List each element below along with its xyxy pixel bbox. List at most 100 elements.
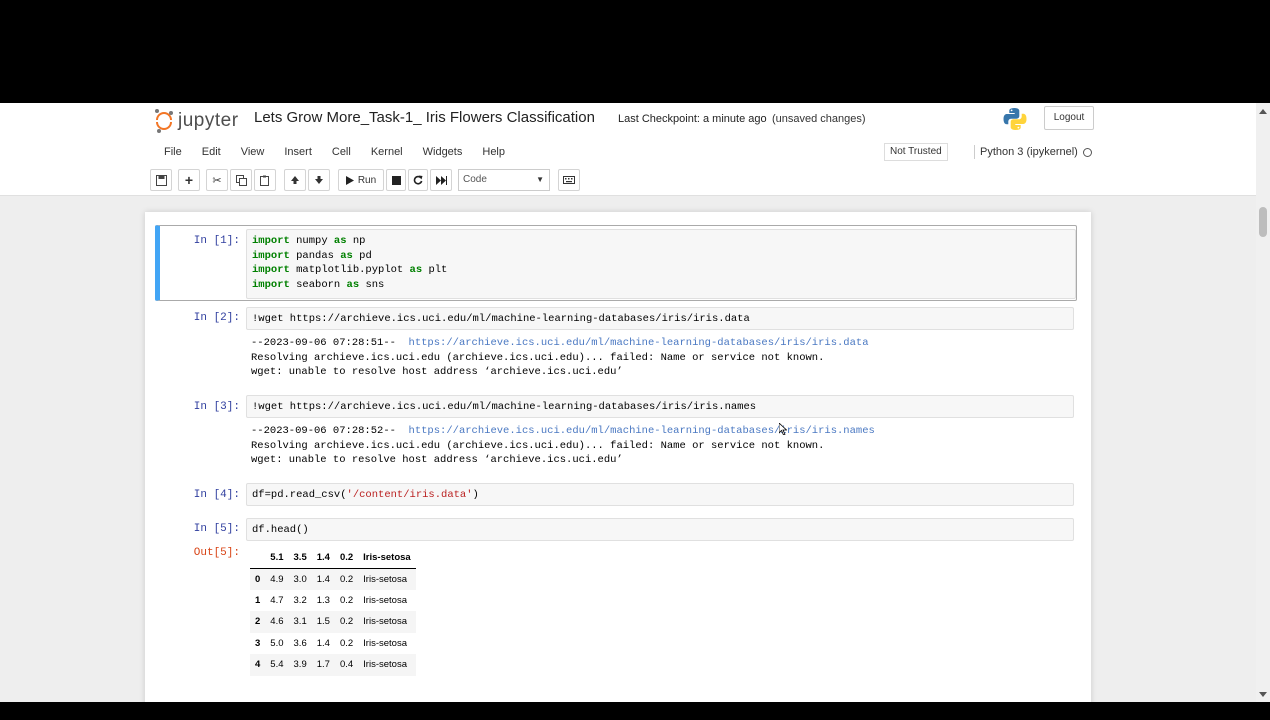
table-cell: 3.9 — [293, 659, 307, 671]
copy-button[interactable] — [230, 169, 252, 191]
menu-view[interactable]: View — [231, 141, 275, 163]
code-line: import matplotlib.pyplot as plt — [252, 264, 448, 276]
menu-help[interactable]: Help — [472, 141, 515, 163]
scrollbar-thumb[interactable] — [1259, 207, 1267, 237]
arrow-down-icon — [315, 176, 323, 184]
menu-widgets[interactable]: Widgets — [413, 141, 473, 163]
menu-edit[interactable]: Edit — [192, 141, 231, 163]
restart-icon — [413, 175, 423, 185]
output-link: https://archieve.ics.uci.edu/ml/machine-… — [408, 425, 875, 437]
row-index: 4 — [255, 659, 261, 671]
table-cell: 0.4 — [339, 659, 354, 671]
code-input[interactable]: !wget https://archieve.ics.uci.edu/ml/ma… — [246, 395, 1074, 418]
notebook-title[interactable]: Lets Grow More_Task-1_ Iris Flowers Clas… — [254, 108, 595, 128]
table-cell: Iris-setosa — [363, 637, 407, 649]
scroll-down-arrow-icon[interactable] — [1259, 692, 1267, 697]
table-cell: 0.2 — [339, 594, 354, 606]
input-prompt: In [3]: — [193, 401, 240, 413]
menu-kernel[interactable]: Kernel — [361, 141, 413, 163]
input-prompt: In [1]: — [193, 235, 240, 247]
row-index: 1 — [255, 594, 261, 606]
copy-icon — [235, 174, 247, 186]
table-row: 1 4.7 3.2 1.3 0.2 Iris-setosa — [250, 590, 416, 612]
table-row: 4 5.4 3.9 1.7 0.4 Iris-setosa — [250, 654, 416, 676]
last-checkpoint: Last Checkpoint: a minute ago — [618, 113, 767, 125]
jupyter-logo[interactable]: jupyter — [154, 108, 239, 134]
table-header-cell: 0.2 — [334, 547, 359, 569]
table-header-cell — [250, 547, 266, 569]
table-cell: 1.7 — [316, 659, 330, 671]
page-scrollbar[interactable] — [1256, 103, 1270, 702]
row-index: 0 — [255, 573, 261, 585]
table-cell: 5.4 — [270, 659, 284, 671]
menu-cell[interactable]: Cell — [322, 141, 361, 163]
table-cell: 0.2 — [339, 573, 354, 585]
code-input[interactable]: df=pd.read_csv('/content/iris.data') — [246, 483, 1074, 506]
insert-cell-button[interactable]: + — [178, 169, 200, 191]
table-cell: 0.2 — [339, 616, 354, 628]
code-line: import seaborn as sns — [252, 278, 385, 291]
trust-status-button[interactable]: Not Trusted — [884, 143, 948, 161]
interrupt-button[interactable] — [386, 169, 406, 191]
output-link: https://archieve.ics.uci.edu/ml/machine-… — [408, 337, 869, 349]
run-button[interactable]: Run — [338, 169, 384, 191]
mouse-cursor-icon — [779, 423, 787, 435]
run-label: Run — [357, 174, 377, 186]
table-header-cell: Iris-setosa — [358, 547, 416, 569]
kernel-name[interactable]: Python 3 (ipykernel) — [980, 143, 1078, 161]
table-row: 2 4.6 3.1 1.5 0.2 Iris-setosa — [250, 611, 416, 633]
scissors-icon: ✂ — [212, 174, 222, 187]
table-row: 0 4.9 3.0 1.4 0.2 Iris-setosa — [250, 568, 416, 590]
row-index: 3 — [255, 637, 261, 649]
command-palette-button[interactable] — [558, 169, 580, 191]
table-cell: 4.7 — [270, 594, 284, 606]
code-line: import pandas as pd — [252, 249, 372, 262]
code-input[interactable]: import numpy as np import pandas as pd i… — [246, 229, 1076, 299]
menu-insert[interactable]: Insert — [274, 141, 322, 163]
table-header-cell: 1.4 — [311, 547, 335, 569]
jupyter-logo-icon — [154, 109, 174, 133]
table-cell: Iris-setosa — [363, 594, 407, 606]
table-cell: 1.3 — [316, 594, 330, 606]
paste-icon — [259, 175, 269, 186]
table-cell: Iris-setosa — [363, 573, 407, 585]
table-cell: Iris-setosa — [363, 659, 407, 671]
menu-file[interactable]: File — [154, 141, 192, 163]
table-cell: 0.2 — [339, 637, 354, 649]
arrow-up-icon — [291, 176, 299, 184]
cut-button[interactable]: ✂ — [206, 169, 228, 191]
play-icon — [345, 175, 354, 185]
move-down-button[interactable] — [308, 169, 330, 191]
python-logo-icon — [1003, 108, 1027, 130]
menubar: File Edit View Insert Cell Kernel Widget… — [154, 141, 515, 163]
table-cell: 4.6 — [270, 616, 284, 628]
keyboard-icon — [563, 176, 575, 184]
table-header-cell: 5.1 — [265, 547, 289, 569]
restart-button[interactable] — [408, 169, 428, 191]
table-cell: 4.9 — [270, 573, 284, 585]
input-prompt: In [2]: — [193, 312, 240, 324]
table-cell: Iris-setosa — [363, 616, 407, 628]
cell-output: --2023-09-06 07:28:51-- https://archieve… — [251, 337, 869, 378]
kernel-divider — [974, 145, 975, 159]
scroll-up-arrow-icon[interactable] — [1259, 109, 1267, 114]
bottom-letterbox — [0, 702, 1270, 720]
table-cell: 5.0 — [270, 637, 284, 649]
logout-button[interactable]: Logout — [1044, 106, 1094, 130]
save-button[interactable] — [150, 169, 172, 191]
fast-forward-icon — [435, 175, 447, 185]
code-input[interactable]: !wget https://archieve.ics.uci.edu/ml/ma… — [246, 307, 1074, 330]
autosave-status: (unsaved changes) — [772, 113, 866, 125]
move-up-button[interactable] — [284, 169, 306, 191]
cell-type-value: Code — [463, 174, 487, 185]
header: jupyter Lets Grow More_Task-1_ Iris Flow… — [0, 103, 1256, 196]
restart-run-all-button[interactable] — [430, 169, 452, 191]
plus-icon: + — [184, 172, 194, 188]
code-input[interactable]: df.head() — [246, 518, 1074, 541]
paste-button[interactable] — [254, 169, 276, 191]
cell-type-select[interactable]: Code ▼ — [458, 169, 550, 191]
table-row: 3 5.0 3.6 1.4 0.2 Iris-setosa — [250, 633, 416, 655]
table-cell: 1.4 — [316, 573, 330, 585]
logo-text: jupyter — [178, 110, 239, 131]
table-cell: 1.4 — [316, 637, 330, 649]
